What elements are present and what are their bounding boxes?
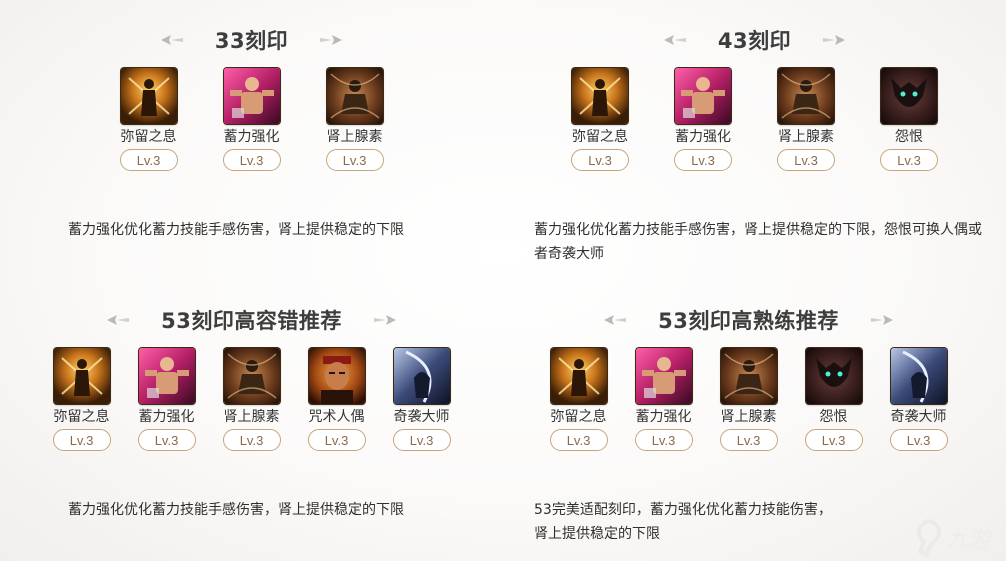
skill-level-badge: Lv.3: [222, 149, 281, 171]
adrenaline-icon: [326, 68, 383, 124]
skill-level-badge: Lv.3: [222, 429, 281, 451]
section-description: 53完美适配刻印，蓄力强化优化蓄力技能伤害，肾上提供稳定的下限: [534, 502, 832, 542]
skill-name: 蓄力强化: [675, 129, 731, 145]
skill-level-badge: Lv.3: [804, 429, 863, 451]
section-title: 33刻印: [214, 29, 289, 53]
skill-name: 咒术人偶: [308, 409, 365, 425]
skill-name: 弥留之息: [550, 409, 607, 425]
skill-level-badge: Lv.3: [137, 429, 196, 451]
section-description: 蓄力强化优化蓄力技能手感伤害，肾上提供稳定的下限: [68, 222, 404, 238]
skill-name: 弥留之息: [120, 129, 177, 145]
skill-name: 蓄力强化: [635, 409, 692, 425]
skill-card[interactable]: 弥留之息 Lv.3: [106, 68, 191, 171]
left-diamond-ornament-icon: [160, 35, 183, 45]
skill-level-badge: Lv.3: [325, 149, 384, 171]
skill-level-badge: Lv.3: [307, 429, 366, 451]
jiuyou-logo-icon: 九游: [917, 519, 994, 557]
adrenaline-icon: [720, 348, 777, 404]
skill-card[interactable]: 蓄力强化 Lv.3: [124, 348, 209, 451]
skill-level-badge: Lv.3: [119, 149, 178, 171]
skill-card[interactable]: 咒术人偶 Lv.3: [294, 348, 379, 451]
skill-name: 蓄力强化: [138, 409, 195, 425]
skill-card[interactable]: 肾上腺素 Lv.3: [764, 68, 849, 171]
skill-card[interactable]: 怨恨 Lv.3: [867, 68, 952, 171]
section-header: 43刻印: [503, 25, 1006, 55]
skill-card[interactable]: 蓄力强化 Lv.3: [209, 68, 294, 171]
skill-card[interactable]: 奇袭大师 Lv.3: [876, 348, 961, 451]
skill-name: 弥留之息: [53, 409, 110, 425]
right-diamond-ornament-icon: [870, 315, 893, 325]
skill-level-badge: Lv.3: [777, 149, 835, 171]
skill-name: 怨恨: [895, 129, 923, 145]
skill-name: 弥留之息: [572, 129, 628, 145]
left-diamond-ornament-icon: [107, 315, 130, 325]
section-header: 33刻印: [0, 25, 503, 55]
skill-list: 弥留之息 Lv.3 蓄力强化 Lv.3 肾上腺素 Lv.3 咒术人偶 Lv.3 奇袭大师 Lv.3: [0, 348, 503, 451]
charge-enhance-icon: [635, 348, 692, 404]
right-diamond-ornament-icon: [823, 35, 846, 45]
dying-breath-icon: [550, 348, 607, 404]
skill-name: 蓄力强化: [223, 129, 280, 145]
section-title: 53刻印高容错推荐: [161, 309, 342, 333]
skill-card[interactable]: 肾上腺素 Lv.3: [312, 68, 397, 171]
right-diamond-ornament-icon: [320, 35, 343, 45]
skill-card[interactable]: 弥留之息 Lv.3: [558, 68, 643, 171]
adrenaline-icon: [778, 68, 834, 124]
skill-card[interactable]: 弥留之息 Lv.3: [39, 348, 124, 451]
skill-name: 怨恨: [819, 409, 848, 425]
skill-level-badge: Lv.3: [889, 429, 948, 451]
adrenaline-icon: [223, 348, 280, 404]
charge-enhance-icon: [138, 348, 195, 404]
skill-name: 肾上腺素: [326, 129, 383, 145]
skill-level-badge: Lv.3: [880, 149, 938, 171]
svg-text:九游: 九游: [946, 528, 994, 553]
skill-card[interactable]: 蓄力强化 Lv.3: [661, 68, 746, 171]
grudge-icon: [881, 68, 937, 124]
section-title: 43刻印: [717, 29, 792, 53]
ambush-master-icon: [890, 348, 947, 404]
section-header: 53刻印高熟练推荐: [497, 305, 1000, 335]
skill-card[interactable]: 怨恨 Lv.3: [791, 348, 876, 451]
skill-list: 弥留之息 Lv.3 蓄力强化 Lv.3 肾上腺素 Lv.3: [0, 68, 503, 171]
skill-card[interactable]: 弥留之息 Lv.3: [536, 348, 621, 451]
skill-card[interactable]: 肾上腺素 Lv.3: [706, 348, 791, 451]
left-diamond-ornament-icon: [663, 35, 686, 45]
charge-enhance-icon: [223, 68, 280, 124]
skill-level-badge: Lv.3: [634, 429, 693, 451]
skill-name: 奇袭大师: [890, 409, 947, 425]
skill-name: 奇袭大师: [393, 409, 450, 425]
section-description: 蓄力强化优化蓄力技能手感伤害，肾上提供稳定的下限: [68, 502, 404, 518]
dying-breath-icon: [572, 68, 628, 124]
section-description: 蓄力强化优化蓄力技能手感伤害，肾上提供稳定的下限，怨恨可换人偶或者奇袭大师: [534, 222, 982, 262]
skill-card[interactable]: 奇袭大师 Lv.3: [379, 348, 464, 451]
skill-card[interactable]: 肾上腺素 Lv.3: [209, 348, 294, 451]
skill-level-badge: Lv.3: [52, 429, 111, 451]
left-diamond-ornament-icon: [604, 315, 627, 325]
dying-breath-icon: [120, 68, 177, 124]
skill-level-badge: Lv.3: [571, 149, 629, 171]
grudge-icon: [805, 348, 862, 404]
skill-name: 肾上腺素: [778, 129, 834, 145]
ambush-master-icon: [393, 348, 450, 404]
skill-level-badge: Lv.3: [719, 429, 778, 451]
cursed-doll-icon: [308, 348, 365, 404]
skill-name: 肾上腺素: [223, 409, 280, 425]
dying-breath-icon: [53, 348, 110, 404]
skill-list: 弥留之息 Lv.3 蓄力强化 Lv.3 肾上腺素 Lv.3 怨恨 Lv.3: [503, 68, 1006, 171]
section-title: 53刻印高熟练推荐: [658, 309, 839, 333]
charge-enhance-icon: [675, 68, 731, 124]
skill-list: 弥留之息 Lv.3 蓄力强化 Lv.3 肾上腺素 Lv.3 怨恨 Lv.3 奇袭大师 Lv.3: [497, 348, 1000, 451]
skill-level-badge: Lv.3: [674, 149, 732, 171]
skill-level-badge: Lv.3: [549, 429, 608, 451]
right-diamond-ornament-icon: [373, 315, 396, 325]
section-header: 53刻印高容错推荐: [0, 305, 503, 335]
skill-name: 肾上腺素: [720, 409, 777, 425]
skill-level-badge: Lv.3: [392, 429, 451, 451]
skill-card[interactable]: 蓄力强化 Lv.3: [621, 348, 706, 451]
